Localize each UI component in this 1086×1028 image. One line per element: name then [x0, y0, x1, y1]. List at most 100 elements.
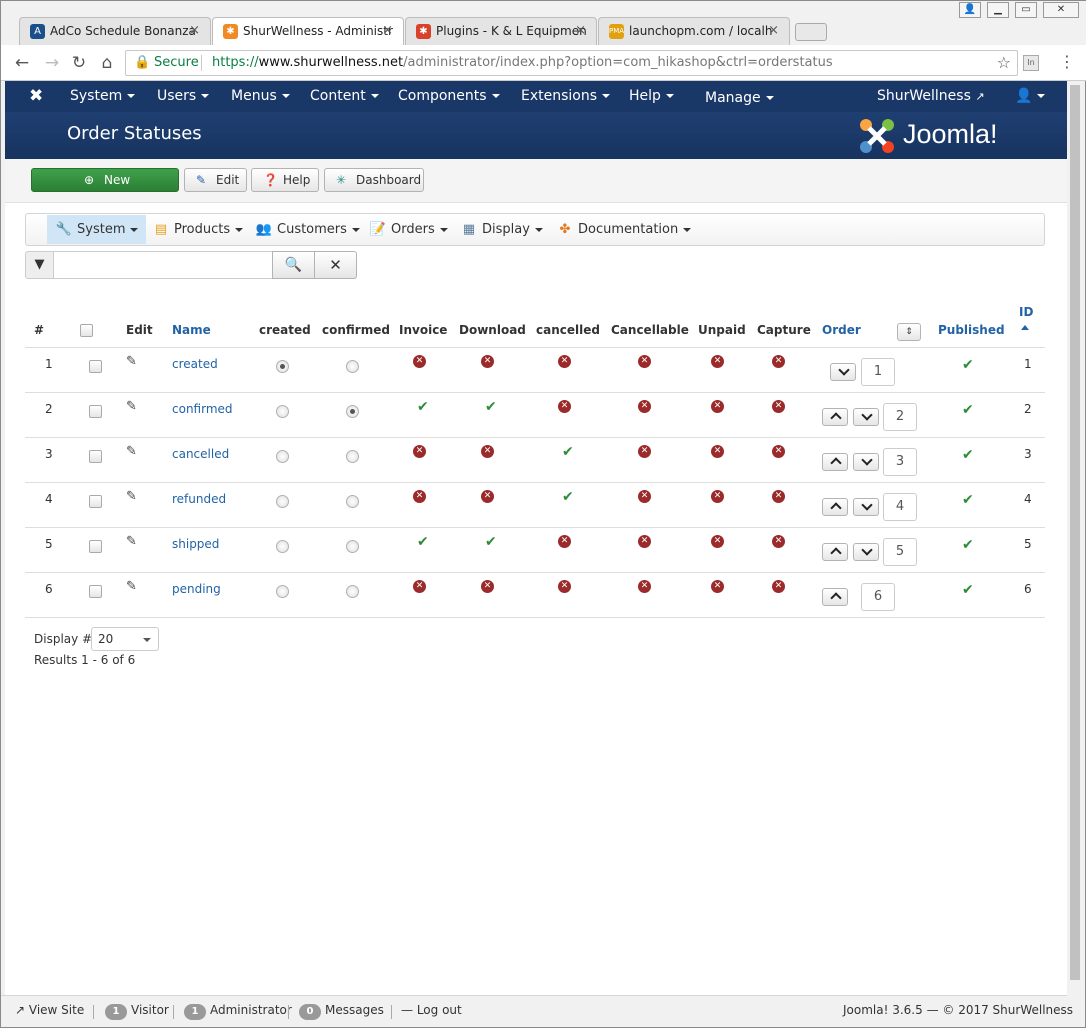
- x-circle-icon[interactable]: ✕: [711, 580, 724, 593]
- order-input[interactable]: 1: [861, 358, 895, 386]
- x-circle-icon[interactable]: ✕: [481, 445, 494, 458]
- confirmed-radio[interactable]: [346, 585, 359, 598]
- x-circle-icon[interactable]: ✕: [772, 355, 785, 368]
- move-down-button[interactable]: [853, 408, 879, 426]
- x-circle-icon[interactable]: ✕: [638, 580, 651, 593]
- admin-count[interactable]: 1 Administrator: [184, 1003, 292, 1020]
- x-circle-icon[interactable]: ✕: [413, 355, 426, 368]
- status-name-link[interactable]: cancelled: [172, 447, 229, 461]
- column-header-name[interactable]: Name: [172, 323, 211, 337]
- x-circle-icon[interactable]: ✕: [558, 355, 571, 368]
- created-radio[interactable]: [276, 495, 289, 508]
- hika-nav-documentation[interactable]: ✤ Documentation: [556, 215, 692, 244]
- order-input[interactable]: 6: [861, 583, 895, 611]
- select-all-checkbox[interactable]: [80, 324, 93, 337]
- minimize-icon[interactable]: ▁: [987, 2, 1009, 18]
- check-icon[interactable]: ✔: [962, 357, 974, 373]
- move-up-button[interactable]: [822, 453, 848, 471]
- row-checkbox[interactable]: [89, 450, 102, 463]
- browser-menu-icon[interactable]: ⋮: [1059, 53, 1075, 73]
- tab-close-icon[interactable]: ×: [382, 23, 393, 38]
- hika-nav-customers[interactable]: 👥 Customers: [255, 215, 360, 244]
- x-circle-icon[interactable]: ✕: [413, 580, 426, 593]
- pencil-icon[interactable]: ✎: [126, 444, 137, 459]
- tab-close-icon[interactable]: ×: [575, 23, 586, 38]
- menu-manage[interactable]: Manage: [705, 90, 774, 106]
- new-button[interactable]: ⊕ New: [31, 168, 179, 192]
- joomla-logo-icon[interactable]: ✖: [29, 86, 43, 106]
- site-link[interactable]: ShurWellness ↗: [877, 88, 985, 104]
- tab-close-icon[interactable]: ×: [189, 23, 200, 38]
- pencil-icon[interactable]: ✎: [126, 354, 137, 369]
- confirmed-radio[interactable]: [346, 360, 359, 373]
- check-icon[interactable]: ✔: [962, 402, 974, 418]
- save-order-button[interactable]: ⇕: [897, 323, 921, 341]
- clear-search-button[interactable]: ✕: [314, 251, 357, 279]
- status-name-link[interactable]: shipped: [172, 537, 219, 551]
- created-radio[interactable]: [276, 540, 289, 553]
- move-up-button[interactable]: [822, 498, 848, 516]
- display-count-select[interactable]: 20: [91, 627, 159, 651]
- menu-content[interactable]: Content: [310, 88, 379, 104]
- menu-users[interactable]: Users: [157, 88, 210, 104]
- x-circle-icon[interactable]: ✕: [481, 580, 494, 593]
- confirmed-radio[interactable]: [346, 495, 359, 508]
- confirmed-radio[interactable]: [346, 540, 359, 553]
- page-scrollbar[interactable]: [1067, 81, 1083, 995]
- menu-help[interactable]: Help: [629, 88, 674, 104]
- menu-system[interactable]: System: [70, 88, 136, 104]
- x-circle-icon[interactable]: ✕: [638, 400, 651, 413]
- hika-nav-display[interactable]: ▦ Display: [460, 215, 543, 244]
- x-circle-icon[interactable]: ✕: [711, 490, 724, 503]
- x-circle-icon[interactable]: ✕: [772, 400, 785, 413]
- move-down-button[interactable]: [853, 498, 879, 516]
- x-circle-icon[interactable]: ✕: [413, 490, 426, 503]
- check-icon[interactable]: ✔: [562, 444, 574, 460]
- x-circle-icon[interactable]: ✕: [772, 445, 785, 458]
- created-radio[interactable]: [276, 450, 289, 463]
- column-header-id[interactable]: ID: [1019, 305, 1033, 330]
- order-input[interactable]: 2: [883, 403, 917, 431]
- move-up-button[interactable]: [822, 543, 848, 561]
- row-checkbox[interactable]: [89, 585, 102, 598]
- x-circle-icon[interactable]: ✕: [558, 580, 571, 593]
- x-circle-icon[interactable]: ✕: [772, 535, 785, 548]
- status-name-link[interactable]: created: [172, 357, 218, 371]
- browser-tab-plugins[interactable]: ✱ Plugins - K & L Equipmen ×: [405, 17, 597, 45]
- created-radio[interactable]: [276, 360, 289, 373]
- maximize-icon[interactable]: ▭: [1015, 2, 1037, 18]
- check-icon[interactable]: ✔: [962, 582, 974, 598]
- move-up-button[interactable]: [822, 408, 848, 426]
- extension-icon[interactable]: In: [1023, 55, 1039, 71]
- x-circle-icon[interactable]: ✕: [481, 490, 494, 503]
- user-profile-icon[interactable]: 👤: [959, 2, 981, 18]
- check-icon[interactable]: ✔: [962, 492, 974, 508]
- confirmed-radio[interactable]: [346, 450, 359, 463]
- x-circle-icon[interactable]: ✕: [638, 490, 651, 503]
- x-circle-icon[interactable]: ✕: [481, 355, 494, 368]
- back-icon[interactable]: ←: [11, 53, 33, 75]
- pencil-icon[interactable]: ✎: [126, 579, 137, 594]
- window-close-icon[interactable]: ✕: [1043, 2, 1079, 18]
- move-down-button[interactable]: [853, 543, 879, 561]
- logout-link[interactable]: — Log out: [401, 1003, 462, 1017]
- x-circle-icon[interactable]: ✕: [711, 535, 724, 548]
- hika-nav-products[interactable]: ▤ Products: [152, 215, 244, 244]
- x-circle-icon[interactable]: ✕: [558, 535, 571, 548]
- menu-components[interactable]: Components: [398, 88, 500, 104]
- x-circle-icon[interactable]: ✕: [772, 490, 785, 503]
- user-menu[interactable]: 👤: [1015, 88, 1046, 104]
- check-icon[interactable]: ✔: [485, 399, 497, 415]
- order-input[interactable]: 5: [883, 538, 917, 566]
- check-icon[interactable]: ✔: [417, 399, 429, 415]
- x-circle-icon[interactable]: ✕: [413, 445, 426, 458]
- column-header-order[interactable]: Order: [822, 323, 861, 337]
- check-icon[interactable]: ✔: [485, 534, 497, 550]
- x-circle-icon[interactable]: ✕: [638, 445, 651, 458]
- bookmark-star-icon[interactable]: ☆: [997, 51, 1011, 75]
- row-checkbox[interactable]: [89, 495, 102, 508]
- column-header-published[interactable]: Published: [938, 323, 1005, 337]
- pencil-icon[interactable]: ✎: [126, 399, 137, 414]
- browser-tab-phpmyadmin[interactable]: PMA launchopm.com / localh ×: [598, 17, 790, 45]
- home-icon[interactable]: ⌂: [96, 53, 118, 75]
